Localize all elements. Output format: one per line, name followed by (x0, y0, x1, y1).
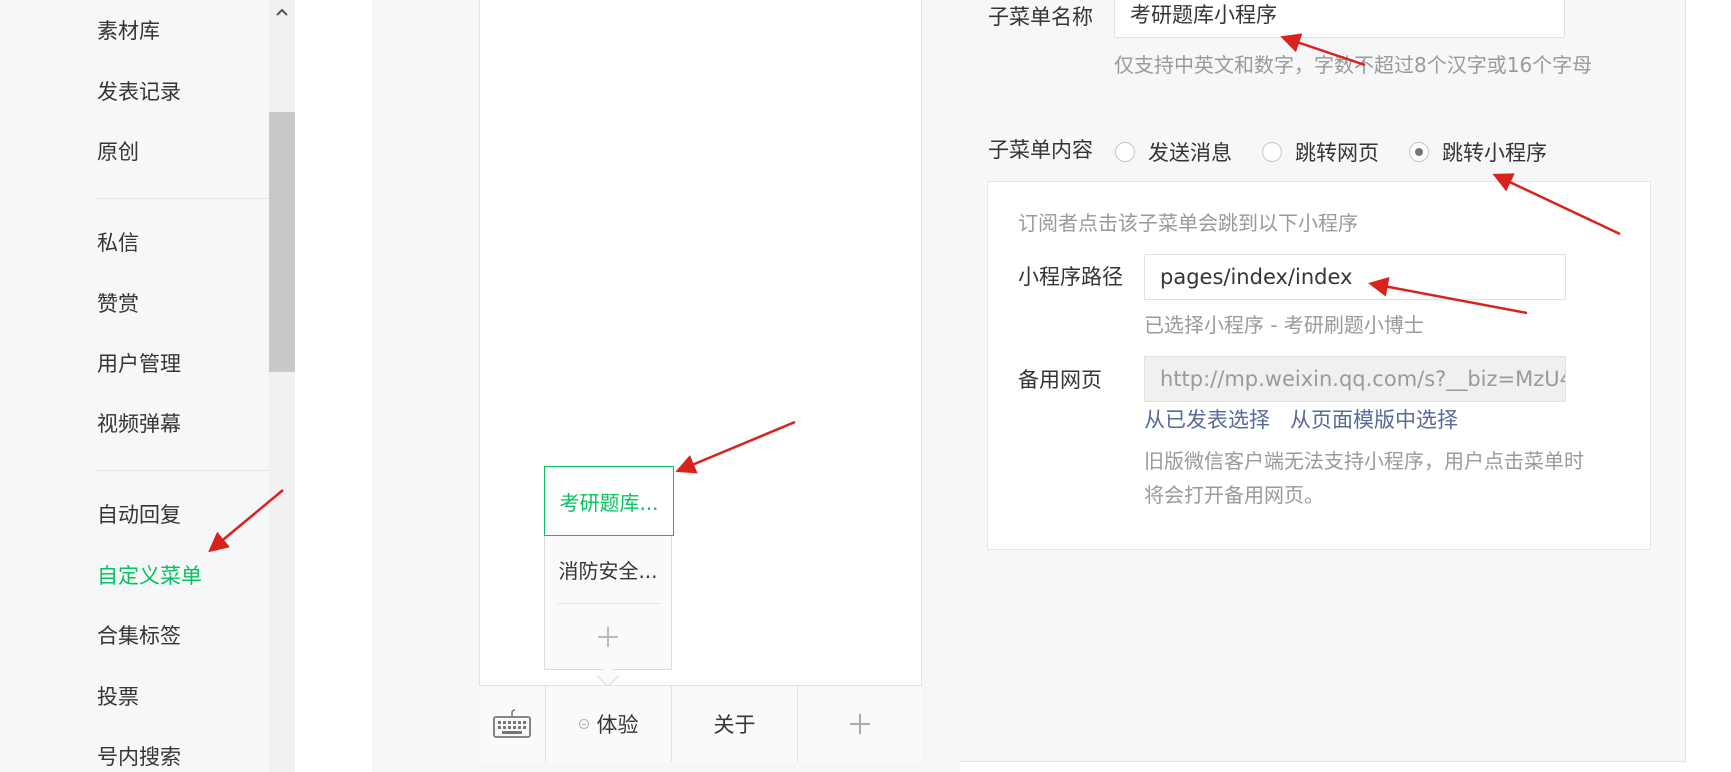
compatibility-note-line2: 将会打开备用网页。 (1144, 483, 1324, 507)
plus-icon (850, 714, 870, 734)
submenu-content-label: 子菜单内容 (988, 138, 1093, 162)
sidebar-scrollbar[interactable] (269, 0, 295, 772)
menu-tab-label: 体验 (596, 713, 639, 737)
compatibility-note-line1: 旧版微信客户端无法支持小程序，用户点击菜单时 (1144, 449, 1584, 473)
keyboard-toggle-button[interactable] (479, 686, 545, 762)
select-from-template-link[interactable]: 从页面模版中选择 (1290, 405, 1458, 435)
radio-send-message[interactable]: 发送消息 (1115, 137, 1232, 167)
miniprogram-path-label: 小程序路径 (1018, 265, 1123, 289)
radio-circle-checked (1409, 142, 1429, 162)
sidebar-item-auto-reply[interactable]: 自动回复 (97, 500, 181, 530)
sidebar: 素材库 发表记录 原创 私信 赞赏 用户管理 视频弹幕 自动回复 自定义菜单 合… (0, 0, 295, 772)
gutter (295, 0, 372, 772)
menu-tab-label: 关于 (713, 713, 756, 737)
menu-tab-experience[interactable]: 体验 (545, 686, 671, 762)
sidebar-divider (97, 198, 269, 199)
select-from-published-link[interactable]: 从已发表选择 (1144, 405, 1270, 435)
radio-label: 跳转小程序 (1442, 141, 1547, 165)
keyboard-icon (493, 709, 531, 738)
submenu-item[interactable]: 消防安全... (545, 535, 671, 603)
miniprogram-intro: 订阅者点击该子菜单会跳到以下小程序 (1018, 211, 1358, 235)
menu-tab-about[interactable]: 关于 (671, 686, 797, 762)
scrollbar-thumb[interactable] (269, 112, 295, 372)
radio-circle (1262, 142, 1282, 162)
sidebar-item-collection-tags[interactable]: 合集标签 (97, 621, 181, 651)
sidebar-item-video-danmaku[interactable]: 视频弹幕 (97, 409, 181, 439)
radio-label: 发送消息 (1148, 141, 1232, 165)
radio-label: 跳转网页 (1295, 141, 1379, 165)
sidebar-item-publish-records[interactable]: 发表记录 (97, 77, 181, 107)
add-menu-button[interactable] (797, 686, 922, 762)
sidebar-item-user-management[interactable]: 用户管理 (97, 349, 181, 379)
radio-jump-miniprogram[interactable]: 跳转小程序 (1409, 137, 1547, 167)
sidebar-item-original[interactable]: 原创 (97, 137, 139, 167)
backup-webpage-input[interactable]: http://mp.weixin.qq.com/s?__biz=MzU4 (1144, 356, 1566, 402)
miniprogram-path-input[interactable]: pages/index/index (1144, 254, 1566, 300)
phone-menubar: 体验 关于 (479, 685, 922, 762)
sidebar-item-search[interactable]: 号内搜索 (97, 742, 181, 772)
plus-icon (598, 626, 618, 647)
submenu-name-hint: 仅支持中英文和数字，字数不超过8个汉字或16个字母 (1114, 53, 1593, 77)
radio-circle (1115, 142, 1135, 162)
sidebar-item-messages[interactable]: 私信 (97, 228, 139, 258)
submenu-name-label: 子菜单名称 (988, 5, 1093, 29)
radio-jump-web[interactable]: 跳转网页 (1262, 137, 1379, 167)
menu-dot-icon (578, 719, 589, 729)
selected-miniprogram-info: 已选择小程序 - 考研刷题小博士 (1144, 313, 1424, 337)
add-submenu-button[interactable] (545, 604, 671, 669)
sidebar-item-vote[interactable]: 投票 (97, 682, 139, 712)
submenu-popup: 考研题库... 消防安全... (544, 466, 674, 670)
app-root: 素材库 发表记录 原创 私信 赞赏 用户管理 视频弹幕 自动回复 自定义菜单 合… (0, 0, 1731, 772)
sidebar-item-custom-menu[interactable]: 自定义菜单 (97, 561, 202, 591)
submenu-name-input[interactable]: 考研题库小程序 (1114, 0, 1565, 38)
sidebar-divider (97, 470, 269, 471)
scroll-up-icon[interactable] (269, 0, 295, 24)
submenu-item-selected[interactable]: 考研题库... (544, 466, 674, 536)
sidebar-item-reward[interactable]: 赞赏 (97, 289, 139, 319)
sidebar-item-material-library[interactable]: 素材库 (97, 16, 160, 46)
backup-webpage-label: 备用网页 (1018, 368, 1102, 392)
